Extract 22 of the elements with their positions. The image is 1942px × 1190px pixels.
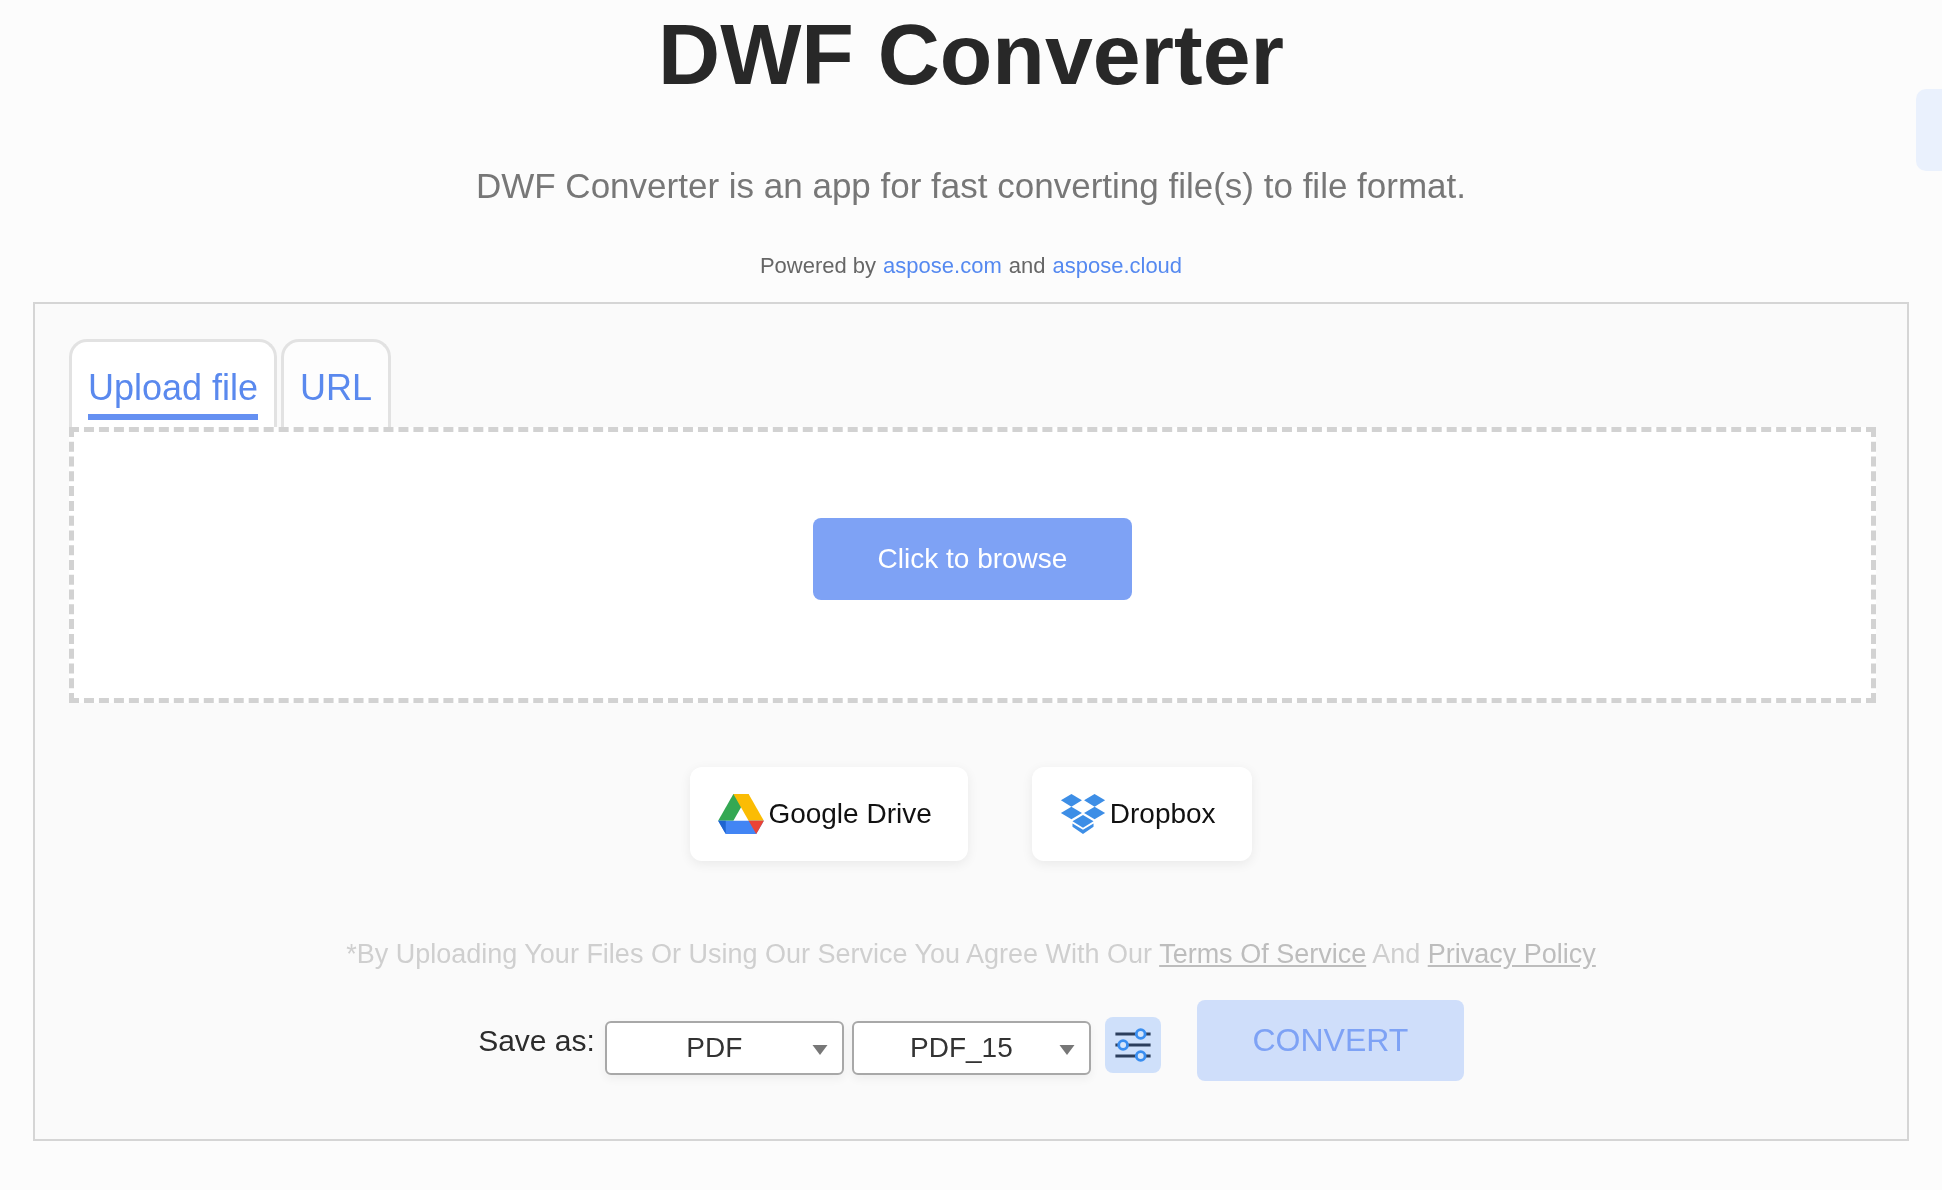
cloud-button[interactable]: Google Drive (690, 767, 968, 861)
subtitle: DWF Converter is an app for fast converting file(s) to file format. (475, 165, 1467, 207)
link[interactable]: aspose.com (883, 252, 1002, 280)
joiner-text: and (1008, 252, 1046, 280)
settings-button[interactable] (1104, 1016, 1161, 1073)
tab[interactable]: URL (281, 339, 392, 427)
tab[interactable]: Upload file (69, 339, 278, 427)
drop-zone[interactable]: Click to browse (69, 427, 1876, 703)
terms-link[interactable]: Terms Of Service (1159, 939, 1367, 969)
cloud-button[interactable]: Dropbox (1031, 767, 1252, 861)
caret-icon (1058, 1044, 1075, 1055)
format-dropdown[interactable]: PDF (604, 1020, 844, 1075)
triangle-logo-icon (718, 794, 765, 834)
powered-by-text: Powered by (759, 252, 877, 280)
browse-button[interactable]: Click to browse (813, 518, 1132, 600)
privacy-link[interactable]: Privacy Policy (1427, 939, 1596, 969)
save-as-label: Save as: (478, 1023, 595, 1058)
caret-icon (811, 1044, 828, 1055)
box-logo-icon (1059, 794, 1106, 834)
page-title: DWF Converter (658, 6, 1284, 102)
version-dropdown[interactable]: PDF_15 (851, 1020, 1091, 1075)
link[interactable]: aspose.cloud (1052, 252, 1183, 280)
